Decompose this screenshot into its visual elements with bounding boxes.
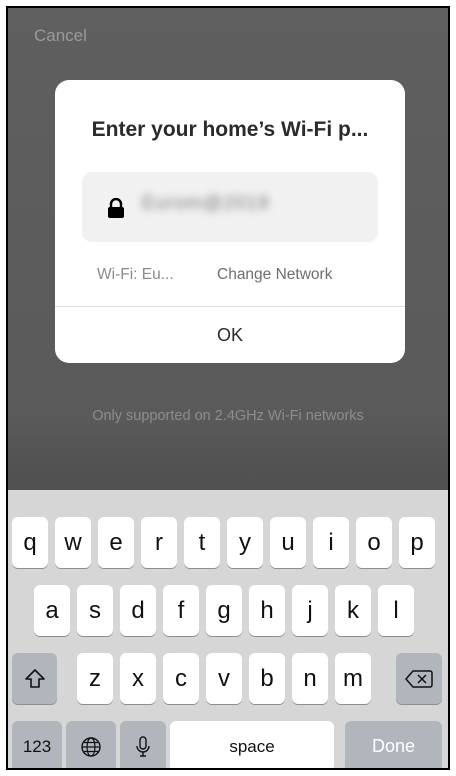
wifi-password-dialog: Enter your home’s Wi-Fi p... Eurom@2019 … [55,80,405,363]
microphone-icon [136,735,150,757]
dictation-key[interactable] [120,721,166,768]
key-n[interactable]: n [292,653,328,704]
cancel-button[interactable]: Cancel [34,26,87,46]
key-w[interactable]: w [55,517,91,568]
key-x[interactable]: x [120,653,156,704]
password-field[interactable]: Eurom@2019 [82,172,378,242]
key-s[interactable]: s [77,585,113,636]
wifi-network-name: Wi-Fi: Eu... [97,266,174,283]
key-m[interactable]: m [335,653,371,704]
dialog-title: Enter your home’s Wi-Fi p... [91,118,369,141]
key-o[interactable]: o [356,517,392,568]
key-f[interactable]: f [163,585,199,636]
key-g[interactable]: g [206,585,242,636]
key-p[interactable]: p [399,517,435,568]
key-t[interactable]: t [184,517,220,568]
key-h[interactable]: h [249,585,285,636]
key-j[interactable]: j [292,585,328,636]
change-network-button[interactable]: Change Network [217,266,332,284]
backspace-key[interactable] [396,653,442,704]
key-q[interactable]: q [12,517,48,568]
supported-network-hint: Only supported on 2.4GHz Wi-Fi networks [92,408,364,424]
numbers-key[interactable]: 123 [12,721,62,768]
key-i[interactable]: i [313,517,349,568]
backspace-icon [405,669,433,688]
key-e[interactable]: e [98,517,134,568]
done-key[interactable]: Done [345,721,442,768]
key-d[interactable]: d [120,585,156,636]
key-z[interactable]: z [77,653,113,704]
keyboard: q w e r t y u i o p a s d f g h j k l z … [8,490,448,768]
key-a[interactable]: a [34,585,70,636]
key-y[interactable]: y [227,517,263,568]
shift-key[interactable] [12,653,57,704]
key-b[interactable]: b [249,653,285,704]
password-value: Eurom@2019 [142,193,270,214]
phone-screen: Cancel Enter your home’s Wi-Fi p... Euro… [6,6,450,770]
globe-key[interactable] [66,721,116,768]
key-v[interactable]: v [206,653,242,704]
key-c[interactable]: c [163,653,199,704]
shift-icon [24,668,45,688]
key-r[interactable]: r [141,517,177,568]
lock-icon [108,198,124,218]
space-key[interactable]: space [170,721,334,768]
ok-button[interactable]: OK [55,307,405,363]
globe-icon [81,736,101,757]
key-u[interactable]: u [270,517,306,568]
key-l[interactable]: l [378,585,414,636]
key-k[interactable]: k [335,585,371,636]
